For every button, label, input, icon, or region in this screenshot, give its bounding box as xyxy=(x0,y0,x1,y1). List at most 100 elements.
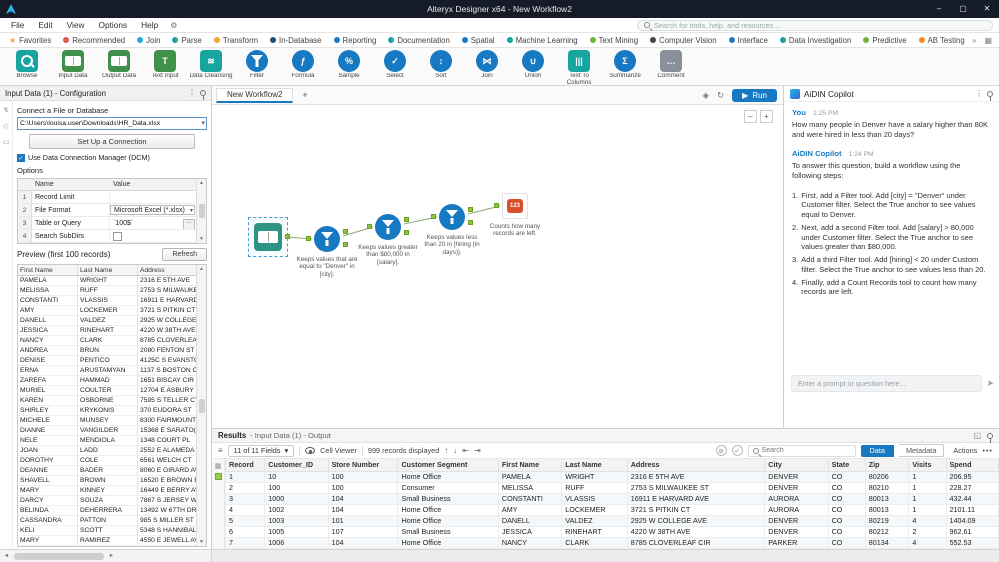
tool-category-tab[interactable]: Spatial xyxy=(456,33,501,47)
scroll-right-icon[interactable]: ► xyxy=(106,553,117,559)
preview-row[interactable]: KAREN OSBORNE 7595 S TELLER CT xyxy=(18,396,196,406)
table-row[interactable]: 4 1002 104 Home Office AMY LOCKEMER 3721 S … xyxy=(225,503,999,516)
preview-row[interactable]: NANCY CLARK 8785 CLOVERLEA xyxy=(18,336,196,346)
send-icon[interactable]: ➤ xyxy=(986,378,994,389)
kebab-menu-icon[interactable]: ⋮ xyxy=(975,89,983,98)
column-header[interactable]: City xyxy=(764,459,829,472)
menu-item[interactable]: Edit xyxy=(31,20,59,30)
column-header[interactable]: Customer_ID xyxy=(264,459,329,472)
palette-tool[interactable]: Filter xyxy=(234,50,280,80)
scrollbar-thumb[interactable] xyxy=(198,204,205,218)
palette-tool[interactable]: % Sample xyxy=(326,50,372,80)
arrow-up-icon[interactable]: ↑ xyxy=(444,446,448,455)
table-row[interactable]: 1 10 100 Home Office PAMELA WRIGHT 2316 E 5… xyxy=(225,470,999,483)
input-anchor[interactable] xyxy=(306,236,311,241)
preview-row[interactable]: MARY KINNEY 16449 E BERRY AV xyxy=(18,486,196,496)
gear-icon[interactable]: ⚙ xyxy=(165,21,182,30)
preview-row[interactable]: MICHELE MUNSEY 8300 FAIRMOUNT xyxy=(18,416,196,426)
tool-category-tab[interactable]: Machine Learning xyxy=(501,33,584,47)
workflow-tab[interactable]: New Workflow2 xyxy=(216,87,294,103)
palette-tool[interactable]: ||| Text To Columns xyxy=(556,50,602,87)
true-anchor[interactable] xyxy=(404,217,409,222)
minimize-button[interactable]: – xyxy=(927,0,951,18)
false-anchor[interactable] xyxy=(468,220,473,225)
hamburger-icon[interactable]: ≡ xyxy=(218,446,223,455)
scroll-up-icon[interactable]: ▲ xyxy=(199,180,204,186)
output-anchor[interactable] xyxy=(285,234,290,239)
palette-tool[interactable]: ⋈ Join xyxy=(464,50,510,80)
go-to-end-icon[interactable]: ⇥ xyxy=(474,446,481,455)
column-header[interactable]: Last Name xyxy=(561,459,628,472)
scroll-down-icon[interactable]: ▼ xyxy=(199,539,204,545)
preview-row[interactable]: ANDREA BRUN 2080 FENTON ST xyxy=(18,346,196,356)
palette-tool[interactable]: ∪ Union xyxy=(510,50,556,80)
table-row[interactable]: 2 100 100 Consumer MELISSA RUFF 2753 S MILW… xyxy=(225,481,999,494)
results-search[interactable] xyxy=(747,444,856,457)
input-anchor[interactable] xyxy=(494,203,499,208)
preview-row[interactable]: DARCY SOUZA 7867 S JERSEY W xyxy=(18,496,196,506)
palette-tool[interactable]: Output Data xyxy=(96,50,142,80)
menu-item[interactable]: Help xyxy=(134,20,165,30)
preview-row[interactable]: AMY LOCKEMER 3721 S PITKIN CT xyxy=(18,306,196,316)
true-anchor[interactable] xyxy=(468,207,473,212)
preview-row[interactable]: PAMELA WRIGHT 2316 E 5TH AVE xyxy=(18,276,196,286)
preview-row[interactable]: BELINDA DEHERRERA 13492 W 67TH DR xyxy=(18,506,196,516)
preview-scrollbar[interactable]: ▲ ▼ xyxy=(196,265,206,546)
cell-viewer-icon[interactable] xyxy=(305,447,316,454)
column-header[interactable]: Spend xyxy=(945,459,999,472)
tab-metadata[interactable]: Metadata xyxy=(898,444,945,457)
output-anchor-icon[interactable] xyxy=(214,473,222,480)
menu-item[interactable]: View xyxy=(60,20,92,30)
table-row[interactable]: 7 1006 104 Home Office NANCY CLARK 8785 CLO… xyxy=(225,536,999,549)
filter-tool-2[interactable]: Keeps values greater than $80,000 in [sa… xyxy=(358,214,418,266)
tool-category-tab[interactable]: Interface xyxy=(723,33,774,47)
tool-category-tab[interactable]: Reporting xyxy=(328,33,383,47)
tool-category-tab[interactable]: Recommended xyxy=(57,33,131,47)
kebab-menu-icon[interactable]: ⋮ xyxy=(188,89,196,98)
palette-tool[interactable]: Input Data xyxy=(50,50,96,80)
expand-icon[interactable]: ◱ xyxy=(973,431,981,440)
setup-connection-button[interactable]: Set Up a Connection xyxy=(29,134,195,149)
categories-scroll-right[interactable]: » xyxy=(968,36,980,45)
scroll-left-icon[interactable]: ◄ xyxy=(1,553,12,559)
go-to-start-icon[interactable]: ⇤ xyxy=(462,446,469,455)
input-data-tool[interactable] xyxy=(254,223,290,251)
preview-row[interactable]: DIANNE VANGILDER 15368 E SARATO( xyxy=(18,426,196,436)
scroll-up-icon[interactable]: ▲ xyxy=(199,266,204,272)
zoom-out-button[interactable]: – xyxy=(744,110,757,123)
tool-category-tab[interactable]: Data Investigation xyxy=(774,33,857,47)
preview-row[interactable]: JESSICA RINEHART 4220 W 38TH AVE xyxy=(18,326,196,336)
preview-row[interactable]: KELI SCOTT 5348 S HANNIBAL xyxy=(18,526,196,536)
copilot-prompt-input[interactable] xyxy=(798,379,976,388)
pin-icon[interactable] xyxy=(200,90,206,100)
preview-row[interactable]: JOAN LADD 2552 E ALAMEDA xyxy=(18,446,196,456)
column-header[interactable]: First Name xyxy=(497,459,563,472)
preview-row[interactable]: SHIRLEY KRYKONIS 370 EUDORA ST xyxy=(18,406,196,416)
preview-row[interactable]: MARY RAMIREZ 4550 E JEWELL AV xyxy=(18,536,196,546)
new-workflow-tab-button[interactable]: + xyxy=(298,90,311,100)
palette-tool[interactable]: Σ Summarize xyxy=(602,50,648,80)
tool-category-tab[interactable]: AB Testing xyxy=(913,33,968,47)
column-header[interactable]: Zip xyxy=(864,459,910,472)
tool-category-tab[interactable]: ★ Favorites xyxy=(3,33,57,47)
check-icon[interactable]: ✓ xyxy=(731,445,743,456)
scrollbar-thumb[interactable] xyxy=(198,398,205,413)
refresh-button[interactable]: Refresh xyxy=(162,248,207,261)
tool-category-tab[interactable]: Computer Vision xyxy=(644,33,723,47)
table-row[interactable]: 5 1003 101 Home Office DANELL VALDEZ 2925 W… xyxy=(225,514,999,527)
config-flow-icon[interactable]: ↯ xyxy=(3,106,9,114)
options-row[interactable]: 3 Table or Query `100$` xyxy=(18,217,196,230)
preview-row[interactable]: ERNA ARUSTAMYAN 1137 S BOSTON C xyxy=(18,366,196,376)
preview-row[interactable]: SHAVELL BROWN 16520 E BROWN E xyxy=(18,476,196,486)
fields-dropdown[interactable]: 11 of 11 Fields ▾ xyxy=(227,444,295,457)
options-row[interactable]: 4 Search SubDirs xyxy=(18,230,196,243)
filter-tool-1[interactable]: Keeps values that are equal to "Denver" … xyxy=(297,226,357,278)
palette-tool[interactable]: … Comment xyxy=(648,50,694,80)
palette-tool[interactable]: ƒ Formula xyxy=(280,50,326,80)
count-records-tool[interactable]: 123 Counts how many records are left. xyxy=(490,193,540,237)
file-path-input[interactable] xyxy=(17,117,207,130)
refresh-icon[interactable]: ↻ xyxy=(717,90,724,101)
preview-row[interactable]: CASSANDRA PATTON 985 S MILLER ST xyxy=(18,516,196,526)
global-search-input[interactable] xyxy=(654,20,986,30)
config-tag-icon[interactable]: ◇ xyxy=(3,122,8,130)
